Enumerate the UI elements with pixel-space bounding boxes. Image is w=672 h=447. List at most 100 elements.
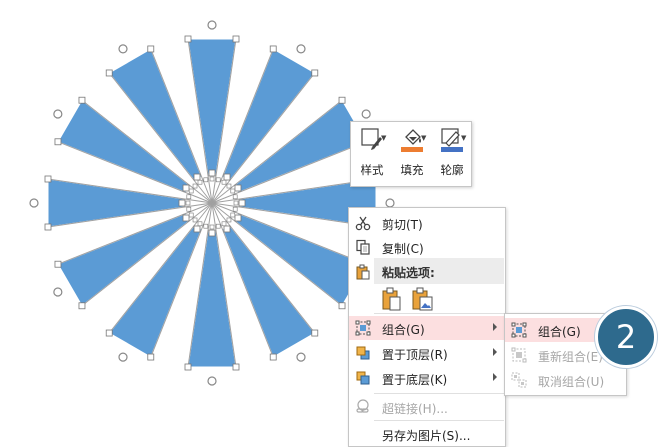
resize-handle[interactable] <box>184 35 192 43</box>
resize-handle[interactable] <box>184 363 192 371</box>
resize-handle[interactable] <box>223 225 231 233</box>
rotate-handle-icon[interactable] <box>361 109 371 119</box>
vertex-handle[interactable] <box>226 183 232 189</box>
vertex-handle[interactable] <box>197 179 203 185</box>
rotate-handle-icon[interactable] <box>385 198 395 208</box>
rotate-handle-icon[interactable] <box>53 287 63 297</box>
resize-handle[interactable] <box>269 45 277 53</box>
bring-to-front-icon <box>356 346 370 360</box>
resize-handle[interactable] <box>234 184 242 192</box>
resize-handle[interactable] <box>338 302 346 310</box>
resize-handle[interactable] <box>54 138 62 146</box>
resize-handle[interactable] <box>338 96 346 104</box>
resize-handle[interactable] <box>193 225 201 233</box>
submenu-arrow-icon <box>493 323 497 331</box>
menu-item-cut[interactable]: 剪切(T) <box>349 211 505 235</box>
resize-handle[interactable] <box>147 353 155 361</box>
resize-handle[interactable] <box>182 214 190 222</box>
resize-handle[interactable] <box>208 229 216 237</box>
vertex-handle[interactable] <box>192 217 198 223</box>
vertex-handle[interactable] <box>230 188 236 194</box>
fill-label: 填充 <box>400 163 424 177</box>
resize-handle[interactable] <box>269 353 277 361</box>
resize-handle[interactable] <box>44 175 52 183</box>
clipboard-icon <box>356 264 370 280</box>
submenu-arrow-icon <box>493 373 497 381</box>
resize-handle[interactable] <box>238 199 246 207</box>
resize-handle[interactable] <box>78 302 86 310</box>
resize-handle[interactable] <box>182 184 190 192</box>
menu-label: 另存为图片(S)... <box>382 429 471 443</box>
vertex-handle[interactable] <box>209 176 215 182</box>
vertex-handle[interactable] <box>232 194 238 200</box>
starburst-ray[interactable] <box>47 178 185 228</box>
resize-handle[interactable] <box>178 199 186 207</box>
menu-item-hyperlink[interactable]: 超链接(H)... <box>349 395 505 419</box>
resize-handle[interactable] <box>105 329 113 337</box>
resize-handle[interactable] <box>44 223 52 231</box>
paste-as-picture-icon[interactable] <box>410 287 434 311</box>
vertex-handle[interactable] <box>215 223 221 229</box>
vertex-handle[interactable] <box>226 217 232 223</box>
starburst-ray[interactable] <box>187 38 237 176</box>
resize-handle[interactable] <box>232 35 240 43</box>
vertex-handle[interactable] <box>185 200 191 206</box>
vertex-handle[interactable] <box>221 221 227 227</box>
vertex-handle[interactable] <box>203 223 209 229</box>
menu-item-copy[interactable]: 复制(C) <box>349 235 505 259</box>
menu-item-bring-to-front[interactable]: 置于顶层(R) <box>349 341 505 365</box>
vertex-handle[interactable] <box>197 221 203 227</box>
vertex-handle[interactable] <box>209 224 215 230</box>
vertex-handle[interactable] <box>188 212 194 218</box>
fill-button[interactable]: ▼ 填充 <box>393 122 431 186</box>
resize-handle[interactable] <box>78 96 86 104</box>
send-to-back-icon <box>356 371 370 385</box>
resize-handle[interactable] <box>54 260 62 268</box>
menu-item-send-to-back[interactable]: 置于底层(K) <box>349 366 505 390</box>
paste-options-header: 粘贴选项: <box>374 258 504 284</box>
vertex-handle[interactable] <box>203 177 209 183</box>
resize-handle[interactable] <box>223 173 231 181</box>
vertex-handle[interactable] <box>186 206 192 212</box>
resize-handle[interactable] <box>311 69 319 77</box>
menu-label: 取消组合(U) <box>538 375 605 389</box>
regroup-icon <box>511 347 527 363</box>
group-icon <box>511 322 527 338</box>
submenu-item-ungroup[interactable]: 取消组合(U) <box>505 368 626 392</box>
menu-label: 重新组合(E) <box>538 350 603 364</box>
paste-options-label: 粘贴选项: <box>382 266 435 280</box>
rotate-handle-icon[interactable] <box>53 109 63 119</box>
vertex-handle[interactable] <box>221 179 227 185</box>
vertex-handle[interactable] <box>188 188 194 194</box>
vertex-handle[interactable] <box>232 206 238 212</box>
paste-option-buttons <box>378 286 438 312</box>
rotate-handle-icon[interactable] <box>296 44 306 54</box>
resize-handle[interactable] <box>234 214 242 222</box>
chevron-down-icon: ▼ <box>461 134 467 142</box>
resize-handle[interactable] <box>147 45 155 53</box>
resize-handle[interactable] <box>208 169 216 177</box>
starburst-ray[interactable] <box>187 230 237 368</box>
resize-handle[interactable] <box>193 173 201 181</box>
paste-keep-formatting-icon[interactable] <box>380 287 402 311</box>
rotate-handle-icon[interactable] <box>296 352 306 362</box>
vertex-handle[interactable] <box>233 200 239 206</box>
rotate-handle-icon[interactable] <box>29 198 39 208</box>
menu-item-group[interactable]: 组合(G) <box>349 316 505 340</box>
menu-item-save-as-picture[interactable]: 另存为图片(S)... <box>349 422 505 446</box>
copy-icon <box>356 239 370 255</box>
rotate-handle-icon[interactable] <box>118 44 128 54</box>
vertex-handle[interactable] <box>230 212 236 218</box>
rotate-handle-icon[interactable] <box>207 20 217 30</box>
rotate-handle-icon[interactable] <box>118 352 128 362</box>
outline-button[interactable]: ▼ 轮廓 <box>433 122 471 186</box>
menu-label: 超链接(H)... <box>382 402 448 416</box>
vertex-handle[interactable] <box>215 177 221 183</box>
resize-handle[interactable] <box>105 69 113 77</box>
style-button[interactable]: ▼ 样式 <box>353 122 391 186</box>
rotate-handle-icon[interactable] <box>207 376 217 386</box>
resize-handle[interactable] <box>311 329 319 337</box>
vertex-handle[interactable] <box>192 183 198 189</box>
resize-handle[interactable] <box>232 363 240 371</box>
vertex-handle[interactable] <box>186 194 192 200</box>
